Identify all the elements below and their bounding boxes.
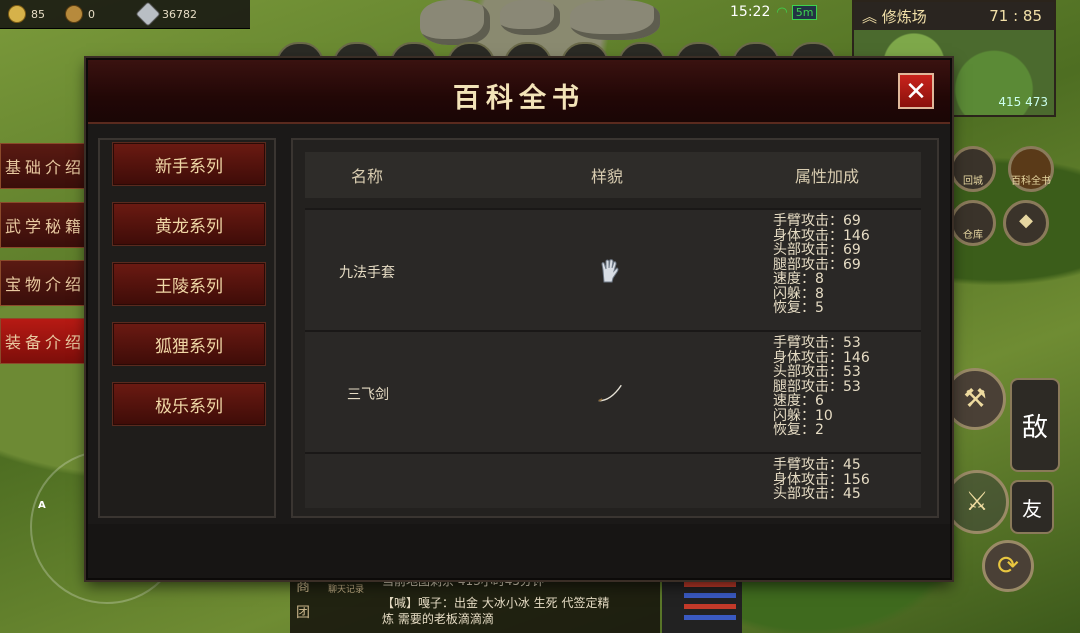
silver-value: 36782 <box>162 7 197 21</box>
dialog-footer <box>88 524 950 578</box>
mp-bar <box>684 593 736 598</box>
attr-line: 速度：8 <box>773 271 824 287</box>
attr-line: 身体攻击：146 <box>773 349 870 366</box>
item-attributes: 手臂攻击：53 身体攻击：146 头部攻击：53 腿部攻击：53 速度：6 闪躲… <box>773 336 870 438</box>
attr-line: 速度：6 <box>773 393 824 409</box>
device-status: 15:22 ◠ 5m <box>730 4 818 20</box>
silver-icon <box>135 1 161 27</box>
chat-side-tab[interactable]: 团 <box>296 602 326 622</box>
table-row[interactable]: 九法手套 手臂攻击：69 身体攻击：146 头部攻击：69 腿部攻击：69 速度… <box>305 208 921 330</box>
close-button[interactable]: ✕ <box>898 73 934 109</box>
attr-line: 腿部攻击：69 <box>773 256 861 273</box>
coin-value: 0 <box>88 7 95 21</box>
attr-line: 身体攻击：146 <box>773 227 870 244</box>
glove-icon <box>597 258 623 284</box>
resource-gold: 85 <box>8 5 45 23</box>
attr-line: 身体攻击：156 <box>773 471 870 488</box>
sword-icon <box>597 380 623 406</box>
table-header: 名称 样貌 属性加成 <box>305 152 921 198</box>
close-icon: ✕ <box>905 77 927 107</box>
category-yellow-dragon[interactable]: 黄龙系列 <box>112 202 266 246</box>
encyclopedia-dialog: 百科全书 ✕ 新手系列 黄龙系列 王陵系列 狐狸系列 极乐系列 名称 样貌 属性… <box>86 58 952 580</box>
attr-line: 闪躲：8 <box>773 285 824 302</box>
dialog-header: 百科全书 ✕ <box>88 60 950 124</box>
chat-line: 【喊】嘎子：出金 大冰小冰 生死 代签定精 <box>382 596 610 610</box>
minimap-title: ︽ 修炼场 <box>862 7 927 26</box>
hp-bar <box>684 582 736 587</box>
category-royal-tomb[interactable]: 王陵系列 <box>112 262 266 306</box>
rock <box>420 0 490 45</box>
axe-icon: ⚒ <box>963 384 987 414</box>
warehouse-button[interactable]: 仓库 <box>950 200 996 246</box>
attr-line: 手臂攻击：53 <box>773 335 861 351</box>
network-indicator: 5m <box>791 4 818 20</box>
attr-line: 恢复：5 <box>773 300 824 316</box>
return-city-button[interactable]: 回城 <box>950 146 996 192</box>
encyclopedia-button[interactable]: 百科全书 <box>1008 146 1054 192</box>
rock <box>500 0 560 35</box>
item-name: 九法手套 <box>339 265 395 281</box>
minimap-coords: 71 : 85 <box>989 7 1042 25</box>
item-attributes: 手臂攻击：45 身体攻击：156 头部攻击：45 <box>773 458 870 502</box>
attr-line: 手臂攻击：45 <box>773 457 861 473</box>
warehouse-label: 仓库 <box>963 230 983 241</box>
table-row[interactable]: 手臂攻击：45 身体攻击：156 头部攻击：45 <box>305 452 921 508</box>
gold-value: 85 <box>31 7 45 21</box>
column-name-header: 名称 <box>351 167 384 186</box>
column-look-header: 样貌 <box>591 167 624 186</box>
rock <box>570 0 660 40</box>
hp-bar <box>684 604 736 609</box>
sword-icon: ⚔ <box>965 487 989 517</box>
chat-record-label: 聊天记录 <box>328 585 365 595</box>
attack-button[interactable]: ⚔ <box>945 470 1009 534</box>
key-a-label: A <box>38 500 46 511</box>
refresh-icon: ⟳ <box>997 551 1019 581</box>
attr-line: 头部攻击：45 <box>773 486 861 502</box>
chat-panel[interactable]: 商 团 聊天记录 当前地图剩余 413小时45分钟 【喊】嘎子：出金 大冰小冰 … <box>290 572 660 633</box>
resource-coin: 0 <box>65 5 95 23</box>
resource-silver: 36782 <box>135 1 197 27</box>
wifi-icon: ◠ <box>776 4 788 20</box>
map-name: 修炼场 <box>881 7 927 26</box>
target-enemy-button[interactable]: 敌 <box>1010 378 1060 472</box>
target-friend-button[interactable]: 友 <box>1010 480 1054 534</box>
category-list: 新手系列 黄龙系列 王陵系列 狐狸系列 极乐系列 <box>98 138 276 518</box>
minimap-header: ︽ 修炼场 71 : 85 <box>854 2 1054 30</box>
attr-line: 手臂攻击：69 <box>773 213 861 229</box>
mp-bar <box>684 615 736 620</box>
category-fox[interactable]: 狐狸系列 <box>112 322 266 366</box>
dialog-title: 百科全书 <box>453 83 585 114</box>
resource-bar: 85 0 36782 <box>0 0 250 29</box>
column-attr-header: 属性加成 <box>795 167 860 186</box>
item-table[interactable]: 名称 样貌 属性加成 九法手套 手臂攻击：69 身体攻击：146 头部攻击：69… <box>291 138 939 518</box>
return-city-label: 回城 <box>963 176 983 187</box>
attr-line: 头部攻击：53 <box>773 364 861 380</box>
category-paradise[interactable]: 极乐系列 <box>112 382 266 426</box>
chat-line: 炼 需要的老板滴滴滴 <box>382 612 494 626</box>
table-row[interactable]: 三飞剑 手臂攻击：53 身体攻击：146 头部攻击：53 腿部攻击：53 速度：… <box>305 330 921 452</box>
attr-line: 头部攻击：69 <box>773 242 861 258</box>
coin-icon <box>65 5 83 23</box>
diamond-grid-icon: ◆ <box>1019 210 1033 231</box>
category-newbie[interactable]: 新手系列 <box>112 142 266 186</box>
hp-mp-bars <box>662 576 742 633</box>
player-position: 415 473 <box>998 95 1048 109</box>
item-name: 三飞剑 <box>347 387 389 403</box>
item-attributes: 手臂攻击：69 身体攻击：146 头部攻击：69 腿部攻击：69 速度：8 闪躲… <box>773 214 870 316</box>
gold-ingot-icon <box>8 5 26 23</box>
switch-target-button[interactable]: ⟳ <box>982 540 1034 592</box>
encyclopedia-label: 百科全书 <box>1011 176 1051 187</box>
attr-line: 闪躲：10 <box>773 407 833 424</box>
menu-grid-button[interactable]: ◆ <box>1003 200 1049 246</box>
attr-line: 恢复：2 <box>773 422 824 438</box>
attr-line: 腿部攻击：53 <box>773 378 861 395</box>
axe-attack-button[interactable]: ⚒ <box>944 368 1006 430</box>
clock: 15:22 <box>730 4 771 20</box>
